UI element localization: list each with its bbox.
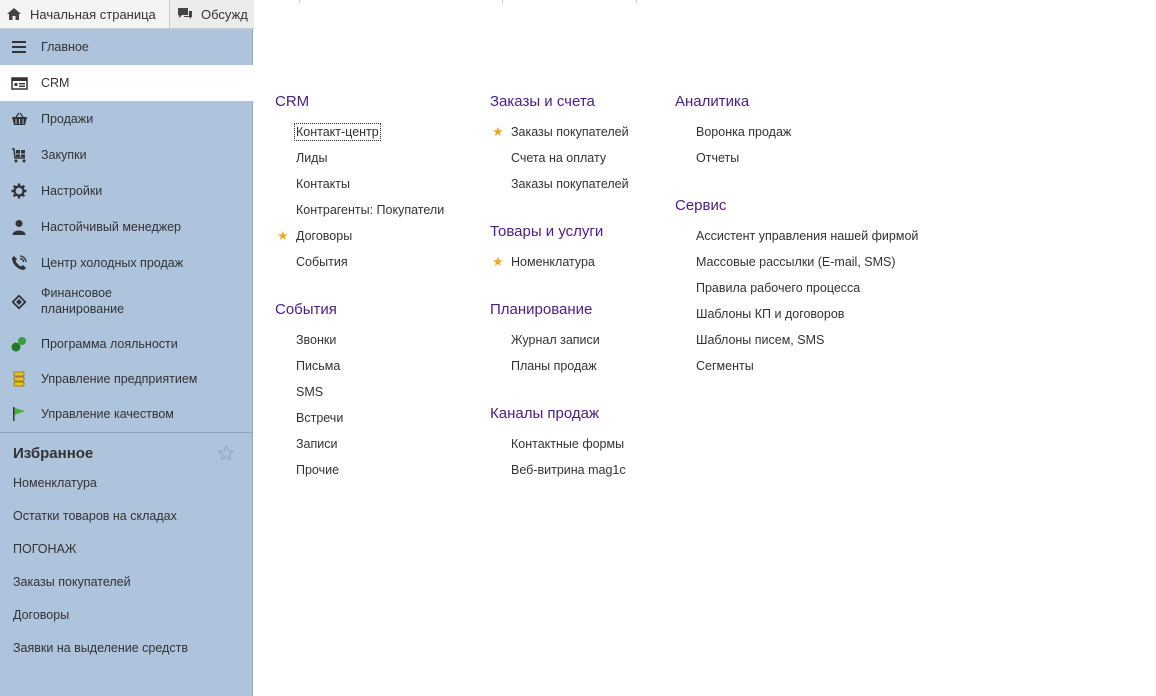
section-title-events: События (275, 301, 337, 318)
favorite-item[interactable]: Заказы покупателей (13, 575, 131, 589)
sidebar-item-label-multiline: Финансовое планирование (41, 285, 124, 317)
sidebar-item-enterprise[interactable]: Управление предприятием (0, 361, 253, 397)
link-web-showcase[interactable]: Веб-витрина mag1c (511, 463, 626, 477)
section-title-crm: CRM (275, 93, 310, 110)
loyalty-icon (10, 335, 28, 353)
favorites-star-icon[interactable] (217, 444, 235, 464)
sidebar-item-label: CRM (41, 76, 70, 90)
sidebar-divider (0, 432, 253, 433)
link-meetings[interactable]: Встречи (296, 411, 343, 425)
sidebar: Главное CRM Продажи Закупки Настройки На… (0, 29, 253, 696)
link-mass-mailing[interactable]: Массовые рассылки (E-mail, SMS) (696, 255, 896, 269)
tab-discussions[interactable]: Обсужд (171, 0, 255, 28)
sidebar-item-label: Управление предприятием (41, 372, 198, 386)
link-invoices[interactable]: Счета на оплату (511, 151, 606, 165)
link-leads[interactable]: Лиды (296, 151, 327, 165)
section-title-channels: Каналы продаж (490, 405, 600, 422)
person-icon (10, 218, 28, 236)
link-letters[interactable]: Письма (296, 359, 340, 373)
sidebar-item-label: Главное (41, 40, 89, 54)
link-reports[interactable]: Отчеты (696, 151, 739, 165)
link-kp-templates[interactable]: Шаблоны КП и договоров (696, 307, 844, 321)
section-title-analytics: Аналитика (675, 93, 750, 110)
favorite-item[interactable]: ПОГОНАЖ (13, 542, 76, 556)
sidebar-item-label-line2: планирование (41, 302, 125, 316)
tab-home-label: Начальная страница (30, 6, 156, 22)
link-sales-funnel[interactable]: Воронка продаж (696, 125, 791, 139)
link-contracts[interactable]: Договоры (296, 229, 352, 243)
favorite-item[interactable]: Остатки товаров на складах (13, 509, 177, 523)
home-icon (7, 8, 21, 20)
flag-icon (10, 405, 28, 423)
link-counterparties[interactable]: Контрагенты: Покупатели (296, 203, 444, 217)
link-workflow-rules[interactable]: Правила рабочего процесса (696, 281, 860, 295)
section-title-orders: Заказы и счета (490, 93, 595, 110)
link-customer-orders[interactable]: Заказы покупателей (511, 125, 629, 139)
link-contacts[interactable]: Контакты (296, 177, 350, 191)
link-customer-orders-2[interactable]: Заказы покупателей (511, 177, 629, 191)
link-sms[interactable]: SMS (296, 385, 323, 399)
link-segments[interactable]: Сегменты (696, 359, 754, 373)
cart-icon (10, 146, 28, 164)
sidebar-item-label: Закупки (41, 148, 87, 162)
link-nomenclature[interactable]: Номенклатура (511, 255, 595, 269)
link-events[interactable]: События (296, 255, 348, 269)
link-contact-forms[interactable]: Контактные формы (511, 437, 624, 451)
favorite-item[interactable]: Заявки на выделение средств (13, 641, 188, 655)
sidebar-item-persistent-manager[interactable]: Настойчивый менеджер (0, 209, 253, 245)
star-icon: ★ (492, 124, 504, 139)
link-assistant[interactable]: Ассистент управления нашей фирмой (696, 229, 918, 243)
link-contact-center[interactable]: Контакт-центр (294, 123, 381, 141)
sidebar-item-label: Управление качеством (41, 407, 174, 421)
section-title-planning: Планирование (490, 301, 593, 318)
basket-icon (10, 110, 28, 128)
top-divider-ticks (299, 0, 637, 3)
link-records[interactable]: Записи (296, 437, 338, 451)
tab-home[interactable]: Начальная страница (0, 0, 170, 28)
gear-icon (10, 182, 28, 200)
link-calls[interactable]: Звонки (296, 333, 336, 347)
crm-card-icon (10, 74, 28, 92)
sidebar-item-sales[interactable]: Продажи (0, 101, 253, 137)
sidebar-item-financial-planning[interactable]: Финансовое планирование (0, 281, 253, 323)
star-icon: ★ (277, 228, 289, 243)
link-other[interactable]: Прочие (296, 463, 339, 477)
tab-discussions-label: Обсужд (201, 6, 248, 22)
sidebar-item-purchases[interactable]: Закупки (0, 137, 253, 173)
favorite-item[interactable]: Договоры (13, 608, 69, 622)
link-sales-plans[interactable]: Планы продаж (511, 359, 597, 373)
sidebar-item-loyalty[interactable]: Программа лояльности (0, 326, 253, 362)
sidebar-item-main[interactable]: Главное (0, 29, 253, 65)
chat-bubbles-icon (178, 8, 192, 19)
section-panel: CRM Контакт-центр Лиды Контакты Контраге… (254, 0, 1156, 696)
sidebar-item-label: Центр холодных продаж (41, 256, 184, 270)
link-letter-templates[interactable]: Шаблоны писем, SMS (696, 333, 824, 347)
link-record-journal[interactable]: Журнал записи (511, 333, 600, 347)
sidebar-item-label: Финансовое (41, 286, 112, 300)
sidebar-item-label: Настойчивый менеджер (41, 220, 182, 234)
sidebar-item-label: Программа лояльности (41, 337, 178, 351)
sidebar-item-crm[interactable]: CRM (0, 65, 253, 101)
sidebar-item-label: Настройки (41, 184, 103, 198)
section-title-goods: Товары и услуги (490, 223, 604, 240)
sidebar-item-label: Продажи (41, 112, 94, 126)
section-title-service: Сервис (675, 197, 727, 214)
favorite-item[interactable]: Номенклатура (13, 476, 97, 490)
diamond-icon (10, 293, 28, 311)
menu-lines-icon (10, 38, 28, 56)
star-icon: ★ (492, 254, 504, 269)
phone-icon (10, 254, 28, 272)
favorites-title: Избранное (13, 445, 94, 462)
sidebar-item-cold-sales[interactable]: Центр холодных продаж (0, 245, 253, 281)
sidebar-item-settings[interactable]: Настройки (0, 173, 253, 209)
stack-icon (10, 370, 28, 388)
sidebar-item-quality[interactable]: Управление качеством (0, 396, 253, 432)
